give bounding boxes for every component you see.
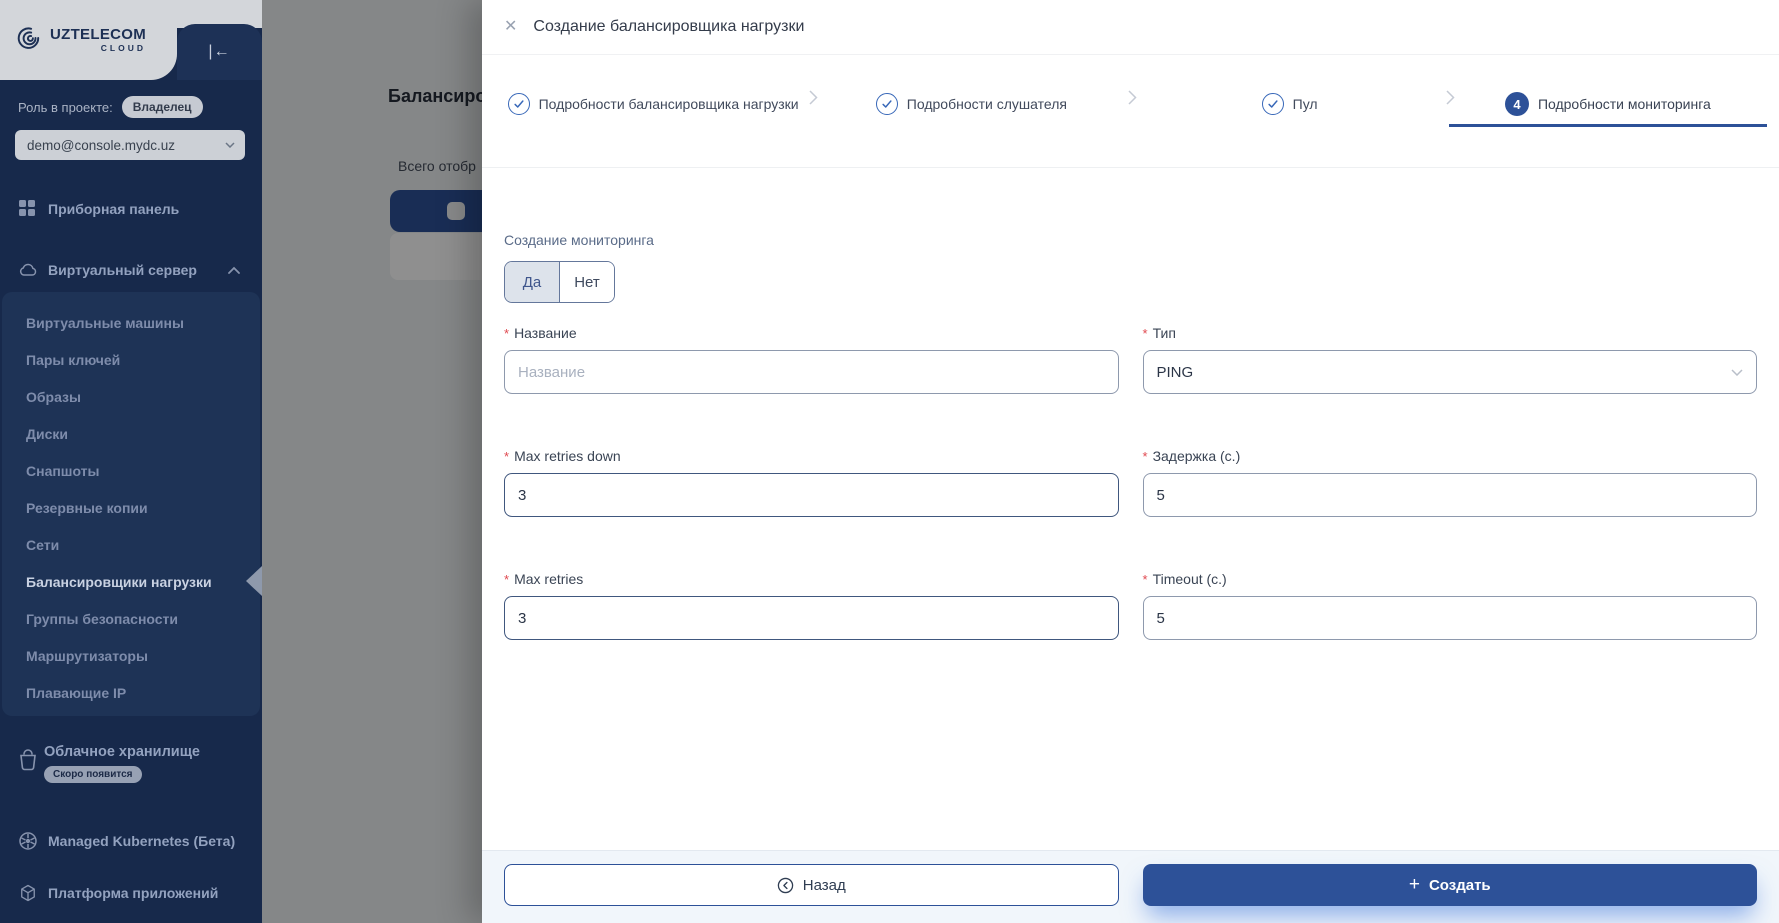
field-delay: * Задержка (с.): [1143, 448, 1758, 517]
step-label: Подробности балансировщика нагрузки: [539, 96, 799, 112]
sidebar-item-label: Платформа приложений: [48, 885, 218, 901]
step-done-check-icon: [1262, 93, 1284, 115]
brand-name: UZTELECOM: [50, 27, 146, 42]
field-max-retries-down: * Max retries down: [504, 448, 1119, 517]
max-retries-input[interactable]: [504, 596, 1119, 640]
required-asterisk: *: [504, 572, 509, 587]
bucket-icon: [17, 746, 39, 772]
sidebar-item-snapshots[interactable]: Снапшоты: [26, 460, 100, 482]
create-monitoring-label: Создание мониторинга: [504, 232, 1757, 248]
create-button[interactable]: + Создать: [1143, 864, 1758, 906]
required-asterisk: *: [1143, 326, 1148, 341]
toggle-no-button[interactable]: Нет: [560, 262, 614, 302]
max-retries-down-input[interactable]: [504, 473, 1119, 517]
field-label: Timeout (с.): [1153, 571, 1227, 587]
step-monitoring-details[interactable]: 4 Подробности мониторинга: [1449, 81, 1767, 127]
monitoring-form: * Название * Тип * Max retries down * Задерж…: [504, 325, 1757, 640]
step-listener-details[interactable]: Подробности слушателя: [812, 81, 1130, 127]
role-label: Роль в проекте:: [18, 100, 113, 115]
sidebar-item-label: Облачное хранилище: [44, 744, 200, 760]
sidebar-item-managed-kubernetes[interactable]: Managed Kubernetes (Бета): [0, 828, 262, 854]
back-button-label: Назад: [803, 877, 846, 894]
sidebar-item-virtual-server[interactable]: Виртуальный сервер: [0, 257, 262, 283]
sidebar-item-floating-ip[interactable]: Плавающие IP: [26, 682, 126, 704]
step-number-badge: 4: [1505, 92, 1529, 116]
sidebar-item-virtual-machines[interactable]: Виртуальные машины: [26, 312, 184, 334]
step-load-balancer-details[interactable]: Подробности балансировщика нагрузки: [494, 81, 812, 127]
create-button-label: Создать: [1429, 877, 1491, 894]
sidebar-item-label: Виртуальный сервер: [48, 262, 197, 278]
field-name: * Название: [504, 325, 1119, 394]
back-circle-arrow-icon: [777, 877, 794, 894]
sidebar-item-images[interactable]: Образы: [26, 386, 81, 408]
sidebar-item-load-balancers[interactable]: Балансировщики нагрузки: [26, 571, 212, 593]
required-asterisk: *: [504, 326, 509, 341]
brand-logo: UZTELECOM CLOUD: [50, 27, 146, 53]
sidebar-item-app-platform[interactable]: Платформа приложений: [0, 880, 262, 906]
role-badge: Владелец: [122, 96, 203, 118]
field-max-retries: * Max retries: [504, 571, 1119, 640]
sidebar-item-dashboard[interactable]: Приборная панель: [0, 196, 262, 222]
plus-icon: +: [1409, 875, 1420, 894]
sidebar-item-routers[interactable]: Маршрутизаторы: [26, 645, 148, 667]
create-load-balancer-drawer: ✕ Создание балансировщика нагрузки Подро…: [482, 0, 1779, 923]
active-item-marker: [246, 566, 262, 596]
required-asterisk: *: [1143, 449, 1148, 464]
timeout-input[interactable]: [1143, 596, 1758, 640]
step-label: Пул: [1293, 96, 1318, 112]
required-asterisk: *: [1143, 572, 1148, 587]
drawer-body: Создание мониторинга Да Нет * Название * Т…: [482, 168, 1779, 850]
drawer-header: ✕ Создание балансировщика нагрузки: [482, 0, 1779, 55]
sidebar-item-label: Managed Kubernetes (Бета): [48, 833, 235, 849]
logo-panel: UZTELECOM CLOUD: [0, 0, 177, 80]
delay-input[interactable]: [1143, 473, 1758, 517]
step-done-check-icon: [508, 93, 530, 115]
field-label: Max retries: [514, 571, 583, 587]
kubernetes-helm-icon: [18, 831, 38, 851]
chevron-down-icon: [225, 142, 235, 148]
field-timeout: * Timeout (с.): [1143, 571, 1758, 640]
field-label: Название: [514, 325, 577, 341]
back-button[interactable]: Назад: [504, 864, 1119, 906]
step-pool[interactable]: Пул: [1131, 81, 1449, 127]
collapse-sidebar-icon[interactable]: |←: [208, 43, 230, 61]
type-select[interactable]: [1143, 350, 1758, 394]
field-label: Тип: [1153, 325, 1176, 341]
field-label: Задержка (с.): [1153, 448, 1241, 464]
create-monitoring-toggle: Да Нет: [504, 261, 615, 303]
step-label: Подробности слушателя: [907, 96, 1067, 112]
sidebar-item-disks[interactable]: Диски: [26, 423, 68, 445]
drawer-title: Создание балансировщика нагрузки: [533, 18, 804, 36]
project-select-value: demo@console.mydc.uz: [27, 138, 225, 153]
project-role-row: Роль в проекте: Владелец: [18, 96, 203, 118]
coming-soon-badge: Скоро появится: [44, 766, 142, 783]
sidebar-item-backups[interactable]: Резервные копии: [26, 497, 148, 519]
name-input[interactable]: [504, 350, 1119, 394]
close-icon[interactable]: ✕: [498, 15, 523, 39]
required-asterisk: *: [504, 449, 509, 464]
toggle-yes-button[interactable]: Да: [505, 262, 560, 302]
sidebar-item-key-pairs[interactable]: Пары ключей: [26, 349, 120, 371]
stepper: Подробности балансировщика нагрузки Подр…: [482, 55, 1779, 168]
field-type: * Тип: [1143, 325, 1758, 394]
step-label: Подробности мониторинга: [1538, 96, 1711, 112]
sidebar-collapse-tab: |←: [177, 24, 262, 80]
sidebar-item-label: Приборная панель: [48, 201, 179, 217]
cube-icon: [18, 883, 38, 903]
sidebar-item-security-groups[interactable]: Группы безопасности: [26, 608, 178, 630]
uztelecom-wave-icon: [16, 25, 42, 56]
chevron-up-icon: [228, 266, 240, 274]
step-done-check-icon: [876, 93, 898, 115]
sidebar-item-networks[interactable]: Сети: [26, 534, 59, 556]
app-root: UZTELECOM CLOUD |← Роль в проекте: Владе…: [0, 0, 1779, 923]
sidebar: UZTELECOM CLOUD |← Роль в проекте: Владе…: [0, 0, 262, 923]
project-select[interactable]: demo@console.mydc.uz: [15, 130, 245, 160]
drawer-footer: Назад + Создать: [482, 850, 1779, 923]
cloud-icon: [18, 260, 38, 280]
brand-sub: CLOUD: [50, 44, 146, 53]
field-label: Max retries down: [514, 448, 621, 464]
dashboard-grid-icon: [18, 199, 38, 219]
